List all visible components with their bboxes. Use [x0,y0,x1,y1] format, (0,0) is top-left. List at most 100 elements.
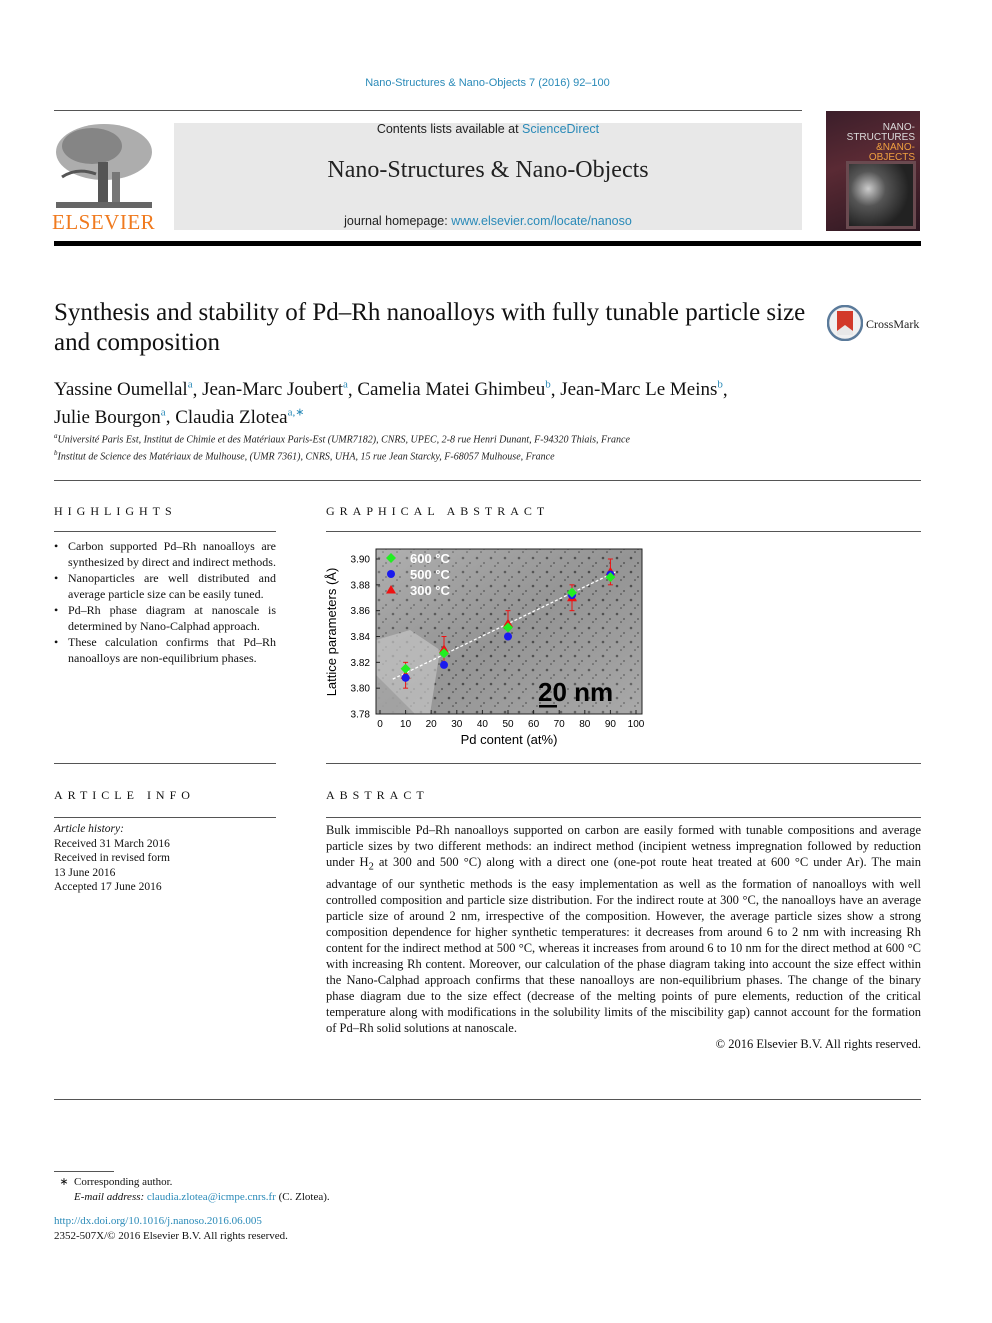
author[interactable]: Yassine Oumellala [54,379,193,400]
affiliation: aUniversité Paris Est, Institut de Chimi… [54,432,630,445]
y-tick-label: 3.78 [351,710,371,721]
abstract-heading: ABSTRACT [326,788,429,802]
y-axis-label: Lattice parameters (Å) [324,568,339,697]
legend-label: 600 °C [410,551,451,566]
header-thick-rule [54,241,921,246]
footnote-star: ∗ [59,1176,69,1188]
article-title: Synthesis and stability of Pd–Rh nanoall… [54,299,806,356]
article-info-rule [54,817,276,818]
email-suffix: (C. Zlotea). [275,1191,330,1203]
footnote-rule [54,1171,114,1172]
doi-block: http://dx.doi.org/10.1016/j.nanoso.2016.… [54,1214,288,1244]
journal-cover-image[interactable]: NANO- STRUCTURES &NANO- OBJECTS [826,111,920,231]
doi-link[interactable]: http://dx.doi.org/10.1016/j.nanoso.2016.… [54,1214,288,1229]
legend-label: 300 °C [410,583,451,598]
author-name: Yassine Oumellal [54,379,188,401]
section-rule [54,480,921,481]
corresponding-footnote: ∗ Corresponding author. E-mail address: c… [54,1175,330,1205]
data-point-circle [401,673,410,682]
y-tick-label: 3.86 [351,606,371,617]
abstract-body: Bulk immiscible Pd–Rh nanoalloys support… [326,822,921,1052]
data-point-circle [504,632,512,641]
journal-reference[interactable]: Nano-Structures & Nano-Objects 7 (2016) … [0,77,975,89]
x-tick-label: 60 [528,719,540,730]
highlights-heading: HIGHLIGHTS [54,504,177,518]
legend-label: 500 °C [410,567,451,582]
journal-title: Nano-Structures & Nano-Objects [327,157,649,183]
author-name: Julie Bourgon [54,406,161,428]
cover-title: NANO- STRUCTURES &NANO- OBJECTS [847,123,915,163]
sciencedirect-link[interactable]: ScienceDirect [522,122,599,136]
x-tick-label: 100 [628,719,645,730]
highlights-bottom-rule [54,763,276,764]
contents-prefix: Contents lists available at [376,122,523,136]
author[interactable]: Julie Bourgona [54,406,166,428]
affiliation-text: Université Paris Est, Institut de Chimie… [57,434,630,446]
cover-micrograph [846,161,916,229]
affiliation: bInstitut de Science des Matériaux de Mu… [54,449,555,462]
homepage-line: journal homepage: www.elsevier.com/locat… [174,214,802,228]
email-link[interactable]: claudia.zlotea@icmpe.cnrs.fr [147,1191,276,1203]
contents-line: Contents lists available at ScienceDirec… [174,122,802,136]
data-point-circle [440,660,448,669]
header-rule [54,110,802,111]
author-affil-sup[interactable]: a,∗ [288,406,305,418]
author-name: Claudia Zlotea [175,406,288,428]
author-affil-sup[interactable]: a [343,379,348,391]
author-affil-sup[interactable]: a [188,379,193,391]
y-tick-label: 3.90 [351,555,371,566]
author-name: Camelia Matei Ghimbeu [357,379,546,401]
x-tick-label: 50 [502,719,514,730]
x-tick-label: 80 [579,719,591,730]
author-list: Yassine Oumellala, Jean-Marc Jouberta, C… [54,379,728,428]
x-tick-label: 10 [400,719,412,730]
homepage-link[interactable]: www.elsevier.com/locate/nanoso [451,214,632,228]
elsevier-tree-logo [52,122,156,212]
author-name: Jean-Marc Joubert [202,379,343,401]
graphical-abstract-rule [326,531,921,532]
x-tick-label: 90 [605,719,617,730]
corresponding-text: Corresponding author. [74,1176,173,1188]
abstract-bottom-rule [54,1099,921,1100]
author[interactable]: Claudia Zloteaa,∗ [175,406,305,428]
x-tick-label: 40 [477,719,489,730]
author-name: Jean-Marc Le Meins [560,379,718,401]
homepage-prefix: journal homepage: [344,214,452,228]
highlights-rule [54,531,276,532]
highlight-item: These calculation confirms that Pd–Rh na… [54,634,276,666]
email-label: E-mail address: [74,1191,145,1203]
x-axis-label: Pd content (at%) [461,732,558,747]
crossmark-label[interactable]: CrossMark [866,317,919,332]
y-tick-label: 3.84 [351,632,371,643]
graphical-abstract-bottom-rule [326,763,921,764]
x-tick-label: 70 [554,719,566,730]
y-tick-label: 3.80 [351,684,371,695]
graphical-abstract-heading: GRAPHICAL ABSTRACT [326,504,550,518]
author-affil-sup[interactable]: b [545,379,551,391]
author[interactable]: Camelia Matei Ghimbeub [357,379,550,400]
highlight-item: Nanoparticles are well distributed and a… [54,570,276,602]
legend-marker [387,570,395,578]
author[interactable]: Jean-Marc Jouberta [202,379,348,400]
x-tick-label: 20 [426,719,438,730]
abstract-rule [326,817,921,818]
graphical-abstract-chart[interactable]: 0 10 20 30 40 50 60 70 80 90 100 3.78 3.80 3.82 3.84 3.… [320,540,660,755]
author-affil-sup[interactable]: a [161,406,166,418]
history-line: 13 June 2016 [54,866,116,879]
abstract-copyright: © 2016 Elsevier B.V. All rights reserved… [715,1036,921,1051]
affiliation-text: Institut de Science des Matériaux de Mul… [57,451,555,463]
highlight-item: Pd–Rh phase diagram at nanoscale is dete… [54,602,276,634]
author[interactable]: Jean-Marc Le Meinsb [560,379,723,400]
author-affil-sup[interactable]: b [717,379,723,391]
scale-bar [539,705,557,708]
history-label: Article history: [54,823,124,835]
crossmark-icon[interactable] [826,304,864,342]
y-tick-label: 3.82 [351,658,371,669]
issn-copyright: 2352-507X/© 2016 Elsevier B.V. All right… [54,1230,288,1242]
article-info-heading: ARTICLE INFO [54,788,195,802]
highlights-list: Carbon supported Pd–Rh nanoalloys are sy… [54,538,276,666]
history-line: Received in revised form [54,852,170,864]
article-history: Article history: Received 31 March 2016 … [54,822,170,895]
y-tick-label: 3.88 [351,580,371,591]
highlight-item: Carbon supported Pd–Rh nanoalloys are sy… [54,538,276,570]
